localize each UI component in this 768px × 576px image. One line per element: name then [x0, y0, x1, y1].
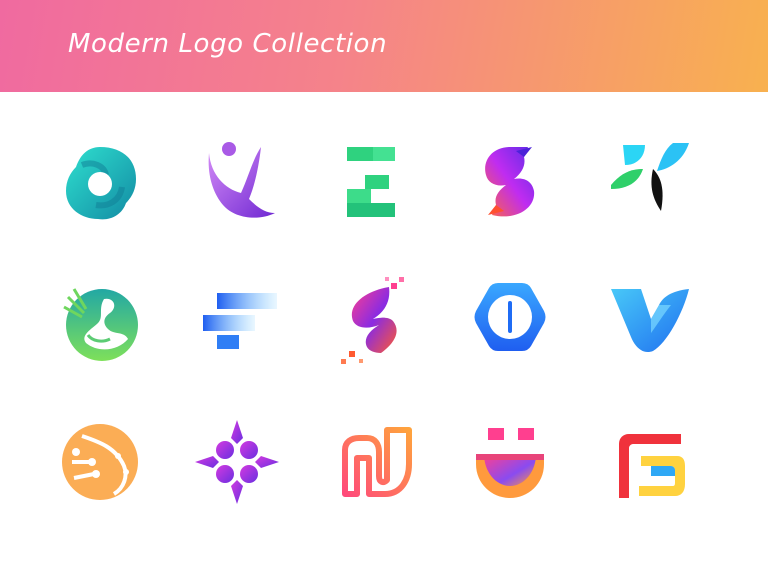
logo-tile-blue-f: [189, 273, 285, 369]
header-banner: Modern Logo Collection: [0, 0, 768, 92]
blue-wing-letter-v-icon: [611, 289, 689, 353]
logo-tile-green-e: [325, 135, 421, 231]
blue-hexagon-power-icon: [474, 283, 546, 351]
green-block-letter-e-icon: [347, 147, 395, 217]
logo-tile-blue-hexagon: [462, 273, 558, 369]
gradient-outline-letter-m-icon: [342, 427, 412, 497]
logo-tile-purple-sparkle: [189, 414, 285, 510]
red-yellow-blue-letter-g-icon: [619, 434, 685, 498]
logo-tile-teal-blossom: [52, 135, 148, 231]
teal-blossom-ring-icon: [66, 147, 136, 220]
logo-tile-blue-v: [599, 273, 695, 369]
blue-speed-letter-f-icon: [203, 293, 277, 349]
page-title: Modern Logo Collection: [68, 29, 388, 59]
logo-tile-leaf-k: [599, 135, 695, 231]
logo-grid: [0, 92, 768, 576]
logo-tile-gradient-s: [462, 135, 558, 231]
green-swan-circle-icon: [63, 288, 138, 361]
gradient-letter-s-icon: [485, 147, 535, 217]
orange-molecule-circle-icon: [62, 424, 138, 500]
smile-letter-u-icon: [476, 428, 544, 498]
purple-sparkle-cluster-icon: [195, 420, 279, 504]
logo-tile-purple-figure: [189, 135, 285, 231]
pixel-dna-letter-s-icon: [341, 277, 404, 364]
leaf-letter-k-icon: [611, 143, 689, 211]
logo-tile-letter-g: [599, 414, 695, 510]
logo-tile-green-swan: [52, 273, 148, 369]
logo-tile-outline-m: [325, 414, 421, 510]
logo-tile-smile-u: [462, 414, 558, 510]
logo-tile-pixel-s: [325, 273, 421, 369]
purple-figure-swoosh-icon: [208, 142, 275, 218]
logo-tile-orange-molecule: [52, 414, 148, 510]
